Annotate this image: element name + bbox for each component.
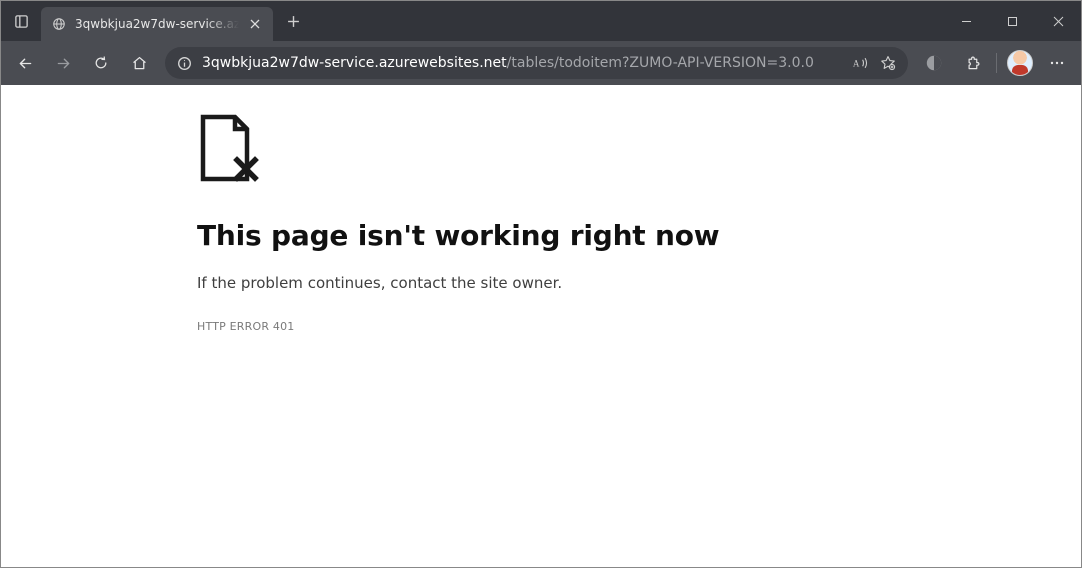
refresh-button[interactable] — [83, 45, 119, 81]
tabs: 3qwbkjua2w7dw-service.azurewebsites.net — [41, 1, 273, 41]
new-tab-button[interactable] — [277, 1, 309, 41]
url-text: 3qwbkjua2w7dw-service.azurewebsites.net/… — [202, 55, 842, 71]
close-icon[interactable] — [247, 16, 263, 32]
address-bar[interactable]: 3qwbkjua2w7dw-service.azurewebsites.net/… — [165, 47, 908, 79]
more-menu-button[interactable] — [1039, 45, 1075, 81]
toolbar: 3qwbkjua2w7dw-service.azurewebsites.net/… — [1, 41, 1081, 85]
read-aloud-icon[interactable]: A — [852, 55, 870, 71]
error-title: This page isn't working right now — [197, 219, 817, 252]
url-host: 3qwbkjua2w7dw-service.azurewebsites.net — [202, 55, 507, 71]
maximize-button[interactable] — [989, 1, 1035, 41]
profile-avatar[interactable] — [1003, 45, 1037, 81]
favorites-icon[interactable] — [880, 55, 896, 71]
url-path: /tables/todoitem?ZUMO-API-VERSION=3.0.0 — [507, 55, 814, 71]
inprivate-icon[interactable] — [916, 45, 952, 81]
globe-icon — [51, 16, 67, 32]
page-content: This page isn't working right now If the… — [1, 85, 1081, 567]
close-window-button[interactable] — [1035, 1, 1081, 41]
tab-actions-button[interactable] — [1, 1, 41, 41]
minimize-button[interactable] — [943, 1, 989, 41]
broken-page-icon — [197, 113, 817, 185]
tab-title: 3qwbkjua2w7dw-service.azurewebsites.net — [75, 17, 239, 31]
tab-active[interactable]: 3qwbkjua2w7dw-service.azurewebsites.net — [41, 7, 273, 41]
back-button[interactable] — [7, 45, 43, 81]
svg-text:A: A — [853, 58, 860, 68]
site-info-icon[interactable] — [177, 56, 192, 71]
home-button[interactable] — [121, 45, 157, 81]
error-description: If the problem continues, contact the si… — [197, 274, 817, 292]
avatar — [1007, 50, 1033, 76]
error-panel: This page isn't working right now If the… — [197, 113, 817, 333]
extensions-icon[interactable] — [954, 45, 990, 81]
titlebar: 3qwbkjua2w7dw-service.azurewebsites.net — [1, 1, 1081, 41]
forward-button[interactable] — [45, 45, 81, 81]
error-code: HTTP ERROR 401 — [197, 320, 817, 333]
window-controls — [943, 1, 1081, 41]
